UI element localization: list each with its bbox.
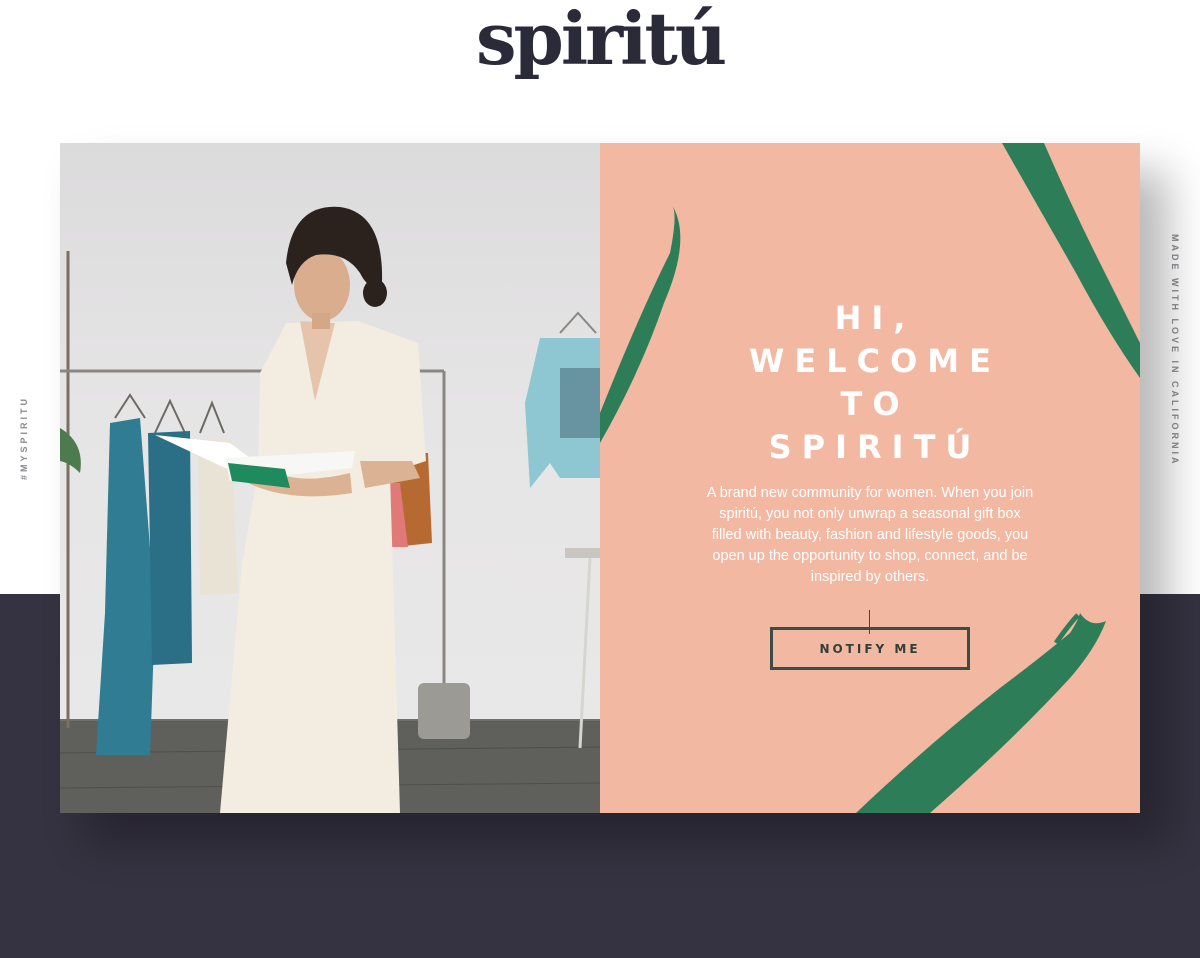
leaf-brushstrokes [600, 143, 1140, 813]
hashtag-text: #MYSPIRITU [19, 395, 29, 480]
headline-line: WELCOME [749, 342, 1001, 380]
headline-line: SPIRITÚ [768, 428, 982, 466]
woman-reading-illustration [60, 206, 600, 813]
tagline-text: MADE WITH LOVE IN CALIFORNIA [1170, 234, 1180, 467]
tagline-side-label: MADE WITH LOVE IN CALIFORNIA [1168, 234, 1182, 504]
hero-card: HI, WELCOME TO SPIRITÚ A brand new commu… [60, 143, 1140, 813]
brand-logo[interactable]: spiritú [0, 0, 1200, 84]
notify-me-button[interactable]: NOTIFY ME [770, 627, 970, 670]
hashtag-side-label: #MYSPIRITU [19, 380, 35, 480]
headline-line: HI, [834, 299, 916, 337]
intro-paragraph: A brand new community for women. When yo… [706, 485, 1034, 585]
welcome-panel: HI, WELCOME TO SPIRITÚ A brand new commu… [600, 143, 1140, 813]
hero-photo [60, 143, 600, 813]
headline-line: TO [840, 385, 910, 423]
welcome-headline: HI, WELCOME TO SPIRITÚ [600, 297, 1140, 469]
